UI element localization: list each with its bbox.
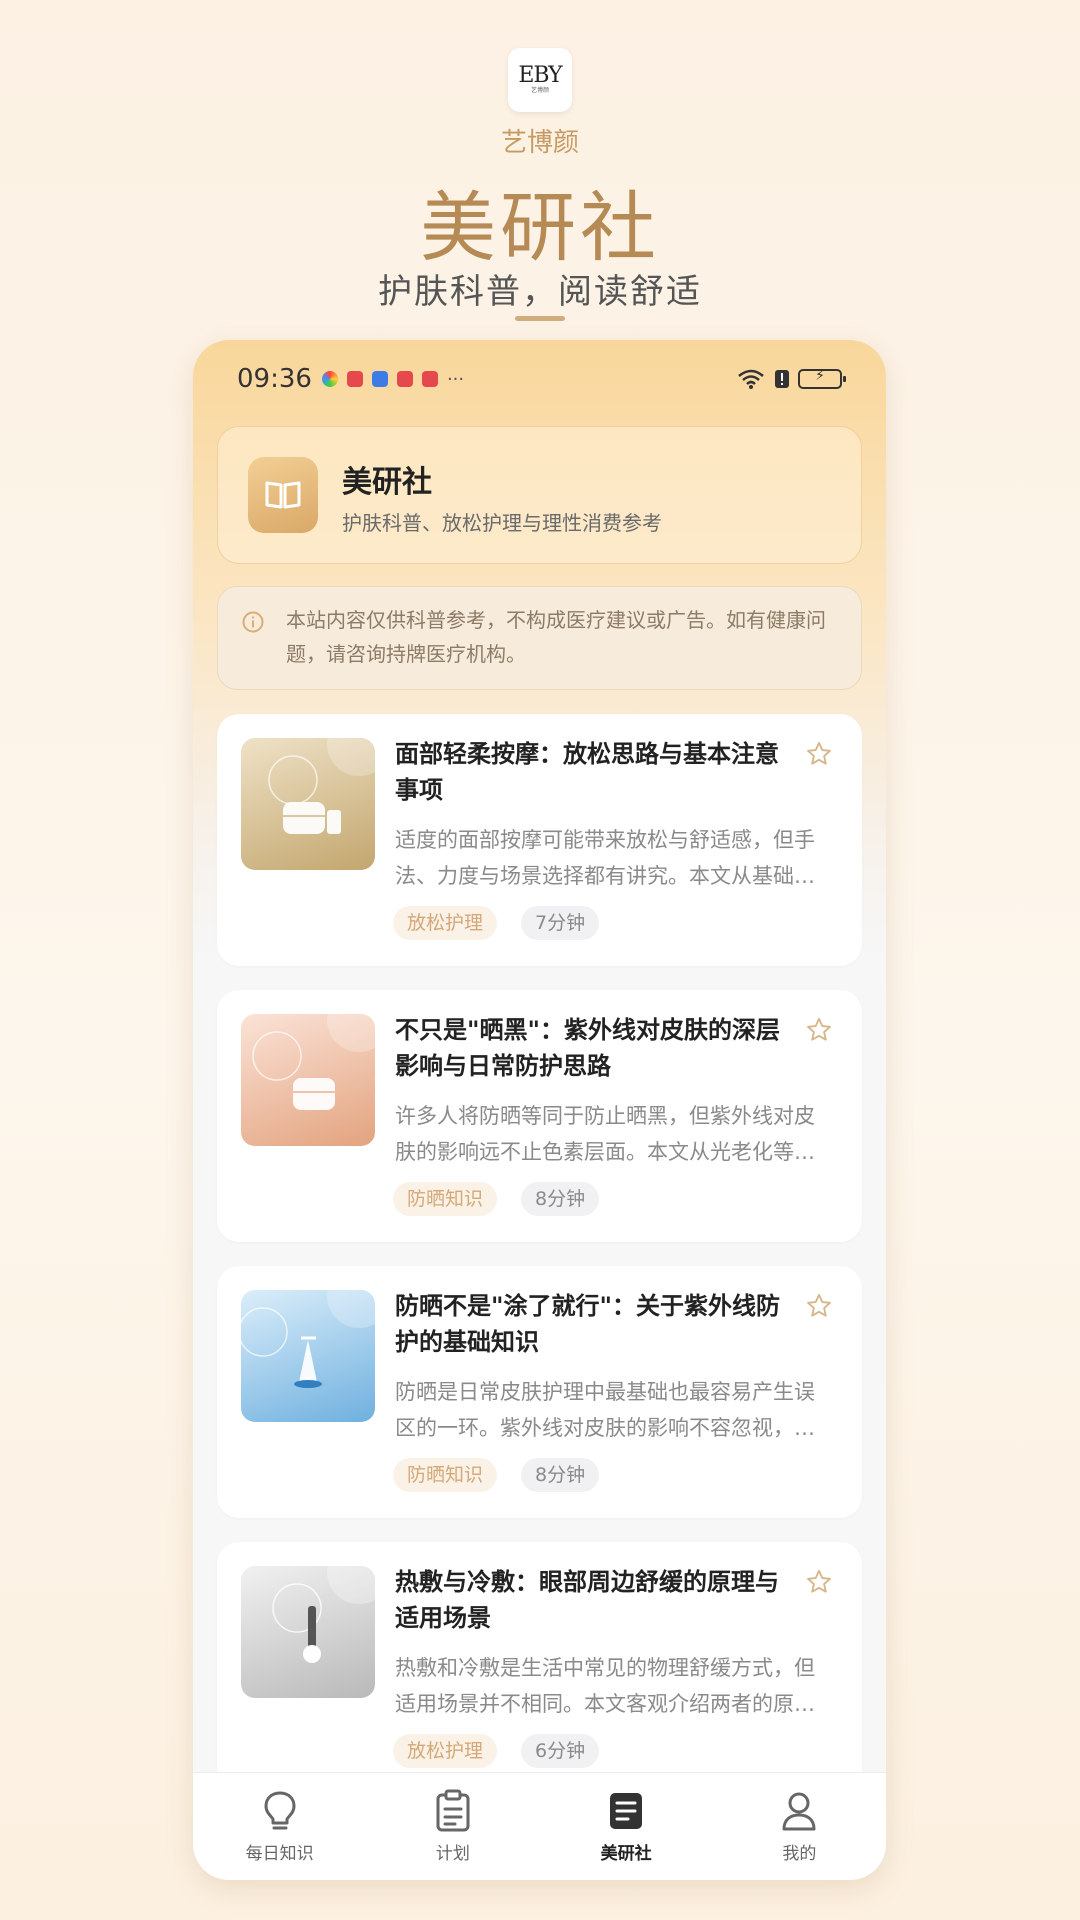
- tab-label: 计划: [435, 1844, 470, 1864]
- article-title: 防晒不是"涂了就行"：关于紫外线防护的基础知识: [395, 1292, 781, 1356]
- article-title: 面部轻柔按摩：放松思路与基本注意事项: [395, 740, 779, 804]
- tab-label: 我的: [782, 1844, 817, 1864]
- app-notification-icon: [321, 371, 338, 387]
- battery-charging-icon: ⚡: [798, 368, 846, 389]
- app-notification-icon: [421, 371, 438, 387]
- lightbulb-icon: [264, 1791, 296, 1830]
- status-right: ⚡: [736, 368, 846, 390]
- favorite-star-icon[interactable]: [805, 1568, 833, 1596]
- section-title: 美研社: [342, 465, 432, 500]
- phone-screen: 09:36 ··· ⚡ 美研社 护肤科普、放松护理与理性消费参考 本站内容仅供科…: [193, 340, 886, 1880]
- book-icon: [248, 457, 318, 533]
- article-card[interactable]: 面部轻柔按摩：放松思路与基本注意事项 适度的面部按摩可能带来放松与舒适感，但手法…: [217, 714, 862, 966]
- clipboard-icon: [436, 1789, 470, 1832]
- read-time-tag: 6分钟: [521, 1734, 600, 1768]
- article-description: 防晒是日常皮肤护理中最基础也最容易产生误区的一环。紫外线对皮肤的影响不容忽视，本…: [395, 1380, 815, 1440]
- hero-subtitle: 护肤科普，阅读舒适: [378, 272, 702, 312]
- article-thumbnail: [241, 738, 375, 870]
- tab-plan[interactable]: 计划: [366, 1773, 539, 1880]
- logo-caption: 艺博颜: [530, 87, 549, 94]
- article-description: 适度的面部按摩可能带来放松与舒适感，但手法、力度与场景选择都有讲究。本文从基础原…: [395, 828, 815, 888]
- alert-icon: [775, 370, 789, 388]
- read-time-tag: 7分钟: [521, 906, 600, 940]
- article-title: 不只是"晒黑"：紫外线对皮肤的深层影响与日常防护思路: [395, 1016, 781, 1080]
- article-description: 许多人将防晒等同于防止晒黑，但紫外线对皮肤的影响远不止色素层面。本文从光老化等角…: [395, 1104, 815, 1164]
- article-thumbnail: [241, 1290, 375, 1422]
- section-subtitle: 护肤科普、放松护理与理性消费参考: [342, 511, 662, 535]
- tab-meiyanshe[interactable]: 美研社: [540, 1773, 713, 1880]
- app-notification-icon: [346, 371, 363, 387]
- user-icon: [782, 1792, 816, 1831]
- article-icon: [610, 1793, 643, 1829]
- bottom-tab-bar: 每日知识 计划 美研社 我的: [193, 1772, 886, 1880]
- category-tag: 防晒知识: [393, 1182, 498, 1216]
- favorite-star-icon[interactable]: [805, 1292, 833, 1320]
- wifi-icon: [738, 369, 764, 389]
- article-thumbnail: [241, 1014, 375, 1146]
- article-card[interactable]: 防晒不是"涂了就行"：关于紫外线防护的基础知识 防晒是日常皮肤护理中最基础也最容…: [217, 1266, 862, 1518]
- tab-label: 每日知识: [245, 1844, 314, 1864]
- status-bar: 09:36 ··· ⚡: [237, 360, 846, 398]
- app-logo: EBY 艺博颜: [508, 48, 572, 112]
- category-tag: 放松护理: [393, 1734, 498, 1768]
- disclaimer-notice: 本站内容仅供科普参考，不构成医疗建议或广告。如有健康问题，请咨询持牌医疗机构。: [217, 586, 862, 690]
- category-tag: 放松护理: [393, 906, 498, 940]
- article-description: 热敷和冷敷是生活中常见的物理舒缓方式，但适用场景并不相同。本文客观介绍两者的原理…: [395, 1656, 815, 1716]
- tab-mine[interactable]: 我的: [713, 1773, 886, 1880]
- disclaimer-text: 本站内容仅供科普参考，不构成医疗建议或广告。如有健康问题，请咨询持牌医疗机构。: [286, 608, 826, 666]
- tab-label: 美研社: [600, 1844, 652, 1864]
- brand-name: 艺博颜: [500, 128, 579, 158]
- read-time-tag: 8分钟: [521, 1458, 600, 1492]
- article-card[interactable]: 热敷与冷敷：眼部周边舒缓的原理与适用场景 热敷和冷敷是生活中常见的物理舒缓方式，…: [217, 1542, 862, 1794]
- favorite-star-icon[interactable]: [805, 740, 833, 768]
- hero-title: 美研社: [420, 183, 660, 272]
- read-time-tag: 8分钟: [521, 1182, 600, 1216]
- tab-daily-knowledge[interactable]: 每日知识: [193, 1773, 366, 1880]
- info-icon: [242, 611, 264, 633]
- favorite-star-icon[interactable]: [805, 1016, 833, 1044]
- section-header-card: 美研社 护肤科普、放松护理与理性消费参考: [217, 426, 862, 564]
- article-card[interactable]: 不只是"晒黑"：紫外线对皮肤的深层影响与日常防护思路 许多人将防晒等同于防止晒黑…: [217, 990, 862, 1242]
- article-title: 热敷与冷敷：眼部周边舒缓的原理与适用场景: [395, 1568, 779, 1632]
- logo-mark: EBY: [518, 63, 562, 88]
- app-notification-icon: [396, 371, 413, 387]
- hero-divider: [515, 316, 565, 321]
- status-time: 09:36: [237, 364, 312, 394]
- more-notifications-icon: ···: [446, 368, 465, 390]
- app-notification-icon: [371, 371, 388, 387]
- article-thumbnail: [241, 1566, 375, 1698]
- category-tag: 防晒知识: [393, 1458, 498, 1492]
